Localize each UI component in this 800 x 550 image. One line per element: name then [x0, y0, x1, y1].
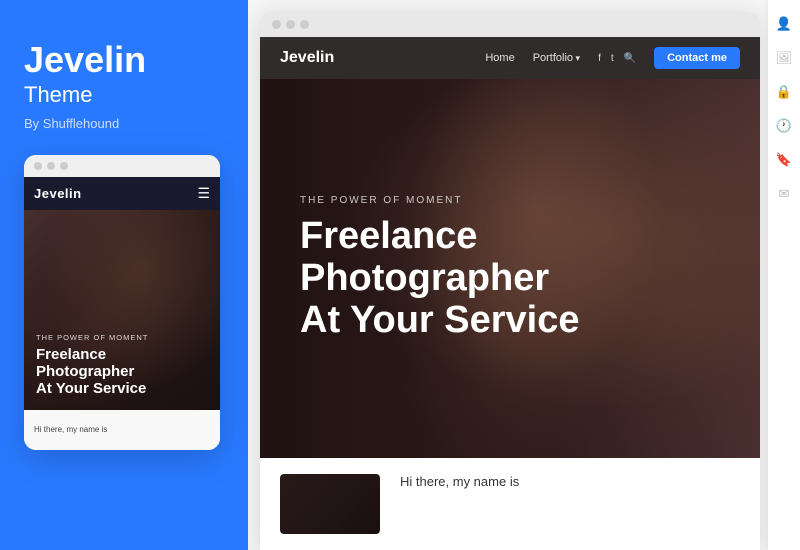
mobile-below-text: Hi there, my name is	[34, 425, 107, 434]
mobile-headline: Freelance Photographer At Your Service	[36, 346, 208, 398]
facebook-icon[interactable]: f	[598, 53, 601, 64]
desktop-browser-frame: Jevelin Home Portfolio f t 🔍 Contact me	[260, 12, 760, 550]
clock-icon[interactable]: 🕐	[776, 118, 792, 134]
mail-icon[interactable]: ✉	[779, 186, 790, 202]
mobile-nav-logo: Jevelin	[34, 186, 82, 201]
mobile-nav: Jevelin ☰	[24, 177, 220, 210]
mobile-below-fold: Hi there, my name is	[24, 410, 220, 450]
mobile-hero-content: THE POWER OF MOMENT Freelance Photograph…	[36, 333, 208, 398]
website-nav: Jevelin Home Portfolio f t 🔍 Contact me	[260, 37, 760, 79]
nav-home-link[interactable]: Home	[485, 52, 514, 64]
right-area: 👤 🖼 🔒 🕐 🔖 ✉ Jevelin Home Portfolio	[248, 0, 800, 550]
hamburger-icon: ☰	[197, 185, 210, 202]
browser-dot-1	[272, 20, 281, 29]
browser-titlebar	[260, 12, 760, 37]
below-fold-image	[280, 474, 380, 534]
theme-author: By Shufflehound	[24, 116, 224, 131]
bookmark-icon[interactable]: 🔖	[776, 152, 792, 168]
person-icon[interactable]: 👤	[776, 16, 792, 32]
theme-title: Jevelin	[24, 40, 224, 80]
hero-tagline: THE POWER OF MOMENT	[300, 195, 720, 206]
mobile-dot-1	[34, 162, 42, 170]
image-icon[interactable]: 🖼	[776, 50, 793, 66]
contact-button[interactable]: Contact me	[654, 47, 740, 69]
nav-social-icons: f t 🔍	[598, 53, 636, 64]
website-nav-links: Home Portfolio f t 🔍 Contact me	[485, 47, 740, 69]
mobile-dot-2	[47, 162, 55, 170]
right-sidebar: 👤 🖼 🔒 🕐 🔖 ✉	[768, 0, 800, 550]
search-icon[interactable]: 🔍	[624, 53, 636, 64]
mobile-tagline: THE POWER OF MOMENT	[36, 333, 208, 342]
hero-content: THE POWER OF MOMENT Freelance Photograph…	[300, 195, 720, 341]
theme-subtitle: Theme	[24, 82, 224, 108]
mobile-titlebar	[24, 155, 220, 177]
browser-dot-2	[286, 20, 295, 29]
website-nav-logo: Jevelin	[280, 49, 334, 67]
nav-portfolio-link[interactable]: Portfolio	[533, 52, 580, 64]
website-hero: THE POWER OF MOMENT Freelance Photograph…	[260, 79, 760, 458]
twitter-icon[interactable]: t	[611, 53, 614, 64]
website-below-fold: Hi there, my name is	[260, 458, 760, 550]
mobile-dot-3	[60, 162, 68, 170]
website-content: Jevelin Home Portfolio f t 🔍 Contact me	[260, 37, 760, 550]
mobile-preview-card: Jevelin ☰ THE POWER OF MOMENT Freelance …	[24, 155, 220, 450]
below-fold-text: Hi there, my name is	[400, 474, 519, 489]
lock-icon[interactable]: 🔒	[776, 84, 792, 100]
browser-dot-3	[300, 20, 309, 29]
left-panel: Jevelin Theme By Shufflehound Jevelin ☰ …	[0, 0, 248, 550]
mobile-hero: THE POWER OF MOMENT Freelance Photograph…	[24, 210, 220, 410]
hero-headline: Freelance Photographer At Your Service	[300, 216, 720, 341]
